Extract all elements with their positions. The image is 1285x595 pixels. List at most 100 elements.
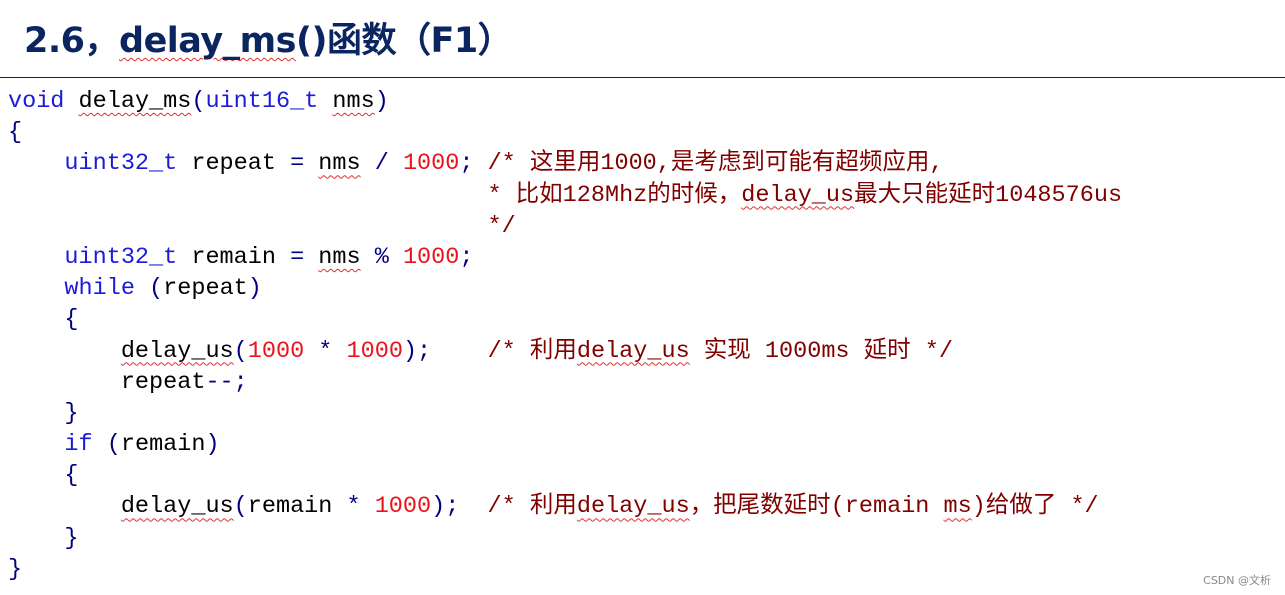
code-token: ); — [402, 337, 432, 365]
code-line: * 比如128Mhz的时候，delay_us最大只能延时1048576us — [8, 180, 1122, 211]
code-token: * 比如128Mhz的时候， — [8, 181, 742, 209]
code-token: --; — [205, 368, 248, 396]
code-token: remain — [177, 243, 291, 271]
code-token: 1000 — [346, 337, 403, 365]
code-token: 1000 — [247, 337, 305, 365]
code-token: * — [318, 337, 333, 365]
code-line: void delay_ms(uint16_t nms) — [8, 86, 1122, 117]
code-token: { — [64, 306, 79, 334]
code-token: uint16_t — [205, 88, 319, 115]
code-token: delay_ms — [78, 88, 192, 115]
code-token: remain — [247, 493, 347, 521]
code-token: nms — [318, 243, 361, 271]
code-token: } — [64, 399, 79, 427]
code-token: delay_us — [576, 493, 690, 521]
code-token: uint32_t — [64, 243, 178, 271]
code-line: uint32_t repeat = nms / 1000; /* 这里用1000… — [8, 148, 1122, 179]
code-token: ( — [106, 431, 121, 459]
code-line: { — [8, 460, 1122, 491]
code-token: { — [64, 462, 79, 490]
code-token: = — [290, 243, 305, 271]
code-token: uint32_t — [64, 150, 178, 178]
code-token: ) — [374, 88, 389, 115]
code-line: { — [8, 304, 1122, 335]
title-suffix: ()函数（F1） — [295, 21, 513, 61]
code-token: / — [374, 150, 389, 178]
code-token: = — [290, 150, 305, 178]
page-title: 2.6，delay_ms()函数（F1） — [24, 12, 513, 63]
code-token: if — [64, 431, 93, 459]
code-token: ; — [459, 150, 474, 178]
code-line: while (repeat) — [8, 273, 1122, 304]
code-token: ); — [431, 493, 460, 521]
code-token: * — [346, 493, 361, 521]
code-token: repeat — [163, 275, 248, 303]
code-line: } — [8, 523, 1122, 554]
code-line: } — [8, 398, 1122, 429]
code-token: ( — [149, 275, 164, 303]
code-token: remain — [120, 431, 206, 459]
code-line: } — [8, 554, 1122, 585]
code-token: ) — [205, 431, 220, 459]
code-line: if (remain) — [8, 429, 1122, 460]
code-token: ; — [459, 243, 474, 271]
code-block: void delay_ms(uint16_t nms){ uint32_t re… — [8, 86, 1122, 585]
code-line: repeat--; — [8, 367, 1122, 398]
code-line: { — [8, 117, 1122, 148]
code-token: ( — [233, 337, 248, 365]
code-token: /* 利用 — [459, 493, 577, 521]
code-token: /* 这里用1000,是考虑到可能有超频应用, — [473, 150, 944, 178]
code-token: while — [64, 275, 135, 303]
code-token: ) — [247, 275, 262, 303]
code-token: delay_us — [120, 493, 234, 521]
code-line: delay_us(1000 * 1000); /* 利用delay_us 实现 … — [8, 336, 1122, 367]
title-prefix: 2.6， — [24, 21, 120, 61]
code-token: 1000 — [374, 493, 432, 521]
code-token: { — [8, 119, 23, 147]
code-line: uint32_t remain = nms % 1000; — [8, 242, 1122, 273]
code-token: 1000 — [402, 243, 460, 271]
code-token: /* 利用 — [431, 337, 577, 365]
code-token: repeat — [8, 368, 206, 396]
code-token: nms — [318, 150, 361, 178]
code-token: repeat — [177, 150, 291, 178]
code-token: 1000 — [402, 150, 460, 178]
code-token: void — [8, 88, 65, 115]
code-token: delay_us — [120, 337, 234, 365]
code-token: 最大只能延时1048576us — [854, 181, 1123, 209]
code-token: ( — [233, 493, 248, 521]
watermark: CSDN @文析 — [1203, 574, 1271, 587]
code-token: delay_us — [741, 181, 855, 209]
code-token: ( — [191, 88, 206, 115]
code-token: */ — [8, 212, 516, 240]
code-token: delay_us — [576, 337, 690, 365]
code-token: 实现 1000ms 延时 */ — [689, 337, 953, 365]
code-token: % — [374, 243, 389, 271]
code-token: )给做了 */ — [971, 493, 1099, 521]
code-token: } — [64, 524, 79, 552]
code-token: ，把尾数延时(remain — [689, 493, 944, 521]
